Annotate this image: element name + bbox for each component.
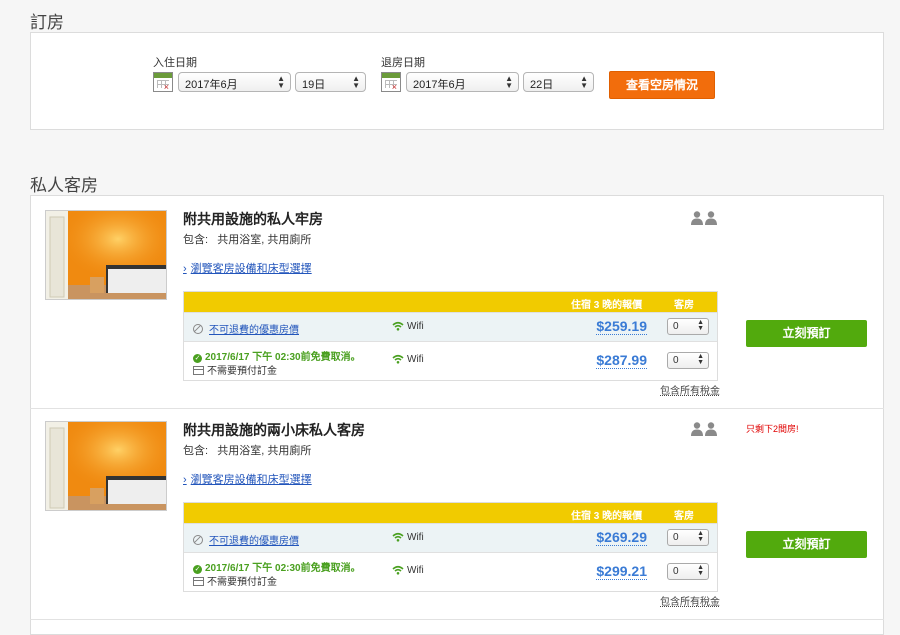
wifi-amenity: Wifi: [392, 532, 424, 543]
updown-arrow-icon: ▲ ▼: [277, 74, 285, 90]
checkout-label: 退房日期: [381, 57, 425, 69]
updown-arrow-icon: ▲ ▼: [697, 353, 704, 366]
no-deposit-note: 不需要預付訂金: [193, 573, 277, 588]
room-qty-select[interactable]: 0 ▲ ▼: [667, 318, 709, 335]
room-title: 附共用設施的私人牢房: [183, 211, 323, 227]
room-photo[interactable]: [45, 210, 167, 300]
rate-price[interactable]: $259.19: [596, 318, 647, 335]
checkin-day-select[interactable]: 19日 ▲ ▼: [295, 72, 366, 92]
book-now-button[interactable]: 立刻預訂: [746, 320, 867, 347]
nonrefundable-rate-link[interactable]: 不可退費的優惠房價: [193, 321, 299, 336]
wifi-amenity: Wifi: [392, 354, 424, 365]
updown-arrow-icon: ▲ ▼: [352, 74, 360, 90]
updown-arrow-icon: ▲ ▼: [580, 74, 588, 90]
calendar-icon[interactable]: [153, 72, 173, 92]
wifi-icon: [392, 532, 404, 542]
header-price: 住宿 3 晚的報價: [571, 511, 643, 522]
wifi-amenity: Wifi: [392, 321, 424, 332]
chevron-right-icon: ›: [183, 263, 187, 275]
no-refund-icon: [193, 535, 203, 545]
private-rooms-heading: 私人客房: [30, 176, 98, 195]
no-deposit-note: 不需要預付訂金: [193, 362, 277, 377]
rooms-remaining-warning: 只剩下2間房!: [746, 424, 799, 434]
rate-price[interactable]: $287.99: [596, 352, 647, 369]
booking-heading: 訂房: [30, 13, 64, 32]
checkout-day-select[interactable]: 22日 ▲ ▼: [523, 72, 594, 92]
updown-arrow-icon: ▲ ▼: [505, 74, 513, 90]
nonrefundable-rate-link[interactable]: 不可退費的優惠房價: [193, 532, 299, 547]
room-divider: [30, 619, 884, 620]
checkin-month-value: 2017年6月: [185, 79, 238, 91]
rate-row-flexible: ✓ 2017/6/17 下午 02:30前免費取消。 不需要預付訂金 Wifi $…: [184, 341, 717, 380]
checkout-month-value: 2017年6月: [413, 79, 466, 91]
free-cancellation-note: ✓ 2017/6/17 下午 02:30前免費取消。: [193, 352, 361, 363]
view-room-details-link[interactable]: › 瀏覽客房設備和床型選擇: [183, 471, 312, 487]
people-icon: [690, 211, 718, 225]
no-refund-icon: [193, 324, 203, 334]
room-qty-select[interactable]: 0 ▲ ▼: [667, 563, 709, 580]
rate-price[interactable]: $269.29: [596, 529, 647, 546]
wifi-icon: [392, 565, 404, 575]
room-qty-select[interactable]: 0 ▲ ▼: [667, 352, 709, 369]
book-now-button[interactable]: 立刻預訂: [746, 531, 867, 558]
checkin-label: 入住日期: [153, 57, 197, 69]
tax-included-note: 包含所有稅金: [660, 597, 720, 608]
header-rooms: 客房: [674, 300, 694, 311]
wifi-amenity: Wifi: [392, 565, 424, 576]
rate-table: 住宿 3 晚的報價 客房 不可退費的優惠房價 Wifi $269.29 0 ▲ ▼ …: [183, 502, 718, 592]
view-room-details-link[interactable]: › 瀏覽客房設備和床型選擇: [183, 260, 312, 276]
rate-table-header: 住宿 3 晚的報價 客房: [184, 292, 717, 312]
rate-row-nonrefundable: 不可退費的優惠房價 Wifi $259.19 0 ▲ ▼: [184, 312, 717, 341]
room-title: 附共用設施的兩小床私人客房: [183, 422, 365, 438]
room-includes: 包含: 共用浴室, 共用廁所: [183, 445, 312, 457]
checkout-month-select[interactable]: 2017年6月 ▲ ▼: [406, 72, 519, 92]
people-icon: [690, 422, 718, 436]
header-price: 住宿 3 晚的報價: [571, 300, 643, 311]
rate-table: 住宿 3 晚的報價 客房 不可退費的優惠房價 Wifi $259.19 0 ▲ ▼ …: [183, 291, 718, 381]
wifi-icon: [392, 354, 404, 364]
rate-row-flexible: ✓ 2017/6/17 下午 02:30前免費取消。 不需要預付訂金 Wifi $…: [184, 552, 717, 591]
checkin-day-value: 19日: [302, 79, 326, 91]
room-includes: 包含: 共用浴室, 共用廁所: [183, 234, 312, 246]
card-icon: [193, 577, 204, 586]
updown-arrow-icon: ▲ ▼: [697, 564, 704, 577]
calendar-icon[interactable]: [381, 72, 401, 92]
chevron-right-icon: ›: [183, 474, 187, 486]
updown-arrow-icon: ▲ ▼: [697, 319, 704, 332]
checkin-month-select[interactable]: 2017年6月 ▲ ▼: [178, 72, 291, 92]
checkout-day-value: 22日: [530, 79, 554, 91]
header-rooms: 客房: [674, 511, 694, 522]
room-photo[interactable]: [45, 421, 167, 511]
check-availability-button[interactable]: 查看空房情況: [609, 71, 715, 99]
card-icon: [193, 366, 204, 375]
tax-included-note: 包含所有稅金: [660, 386, 720, 397]
wifi-icon: [392, 321, 404, 331]
room-qty-select[interactable]: 0 ▲ ▼: [667, 529, 709, 546]
room-divider: [30, 408, 884, 409]
rate-row-nonrefundable: 不可退費的優惠房價 Wifi $269.29 0 ▲ ▼: [184, 523, 717, 552]
rate-price[interactable]: $299.21: [596, 563, 647, 580]
rate-table-header: 住宿 3 晚的報價 客房: [184, 503, 717, 523]
updown-arrow-icon: ▲ ▼: [697, 530, 704, 543]
free-cancellation-note: ✓ 2017/6/17 下午 02:30前免費取消。: [193, 563, 361, 574]
